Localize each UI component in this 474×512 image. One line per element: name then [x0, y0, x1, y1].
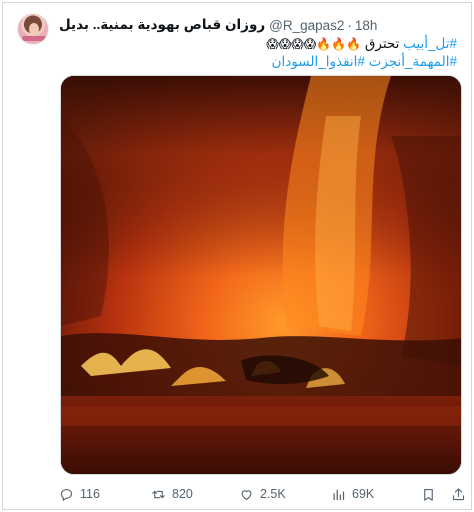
hashtag-link[interactable]: #تل_أبيب [403, 36, 457, 51]
retweet-button[interactable]: 820 [151, 487, 193, 502]
view-count: 69K [352, 487, 375, 501]
retweet-icon [152, 490, 165, 498]
reply-icon [60, 488, 73, 501]
hashtag-links[interactable]: #المهمة_أنجزت #انقذوا_السودان [57, 53, 457, 70]
user-handle[interactable]: @R_gapas2 [269, 18, 344, 33]
avatar-face [29, 23, 39, 35]
tweet-card[interactable]: روزان قباص بهودية بمنية.. بديل @R_gapas2… [2, 2, 472, 510]
share-icon [452, 487, 465, 500]
tweet-line-1: #تل_أبيب تحترق 🔥🔥🔥😱😱😱😱 [57, 35, 457, 53]
like-count: 2.5K [260, 487, 286, 501]
fire-scene-image [61, 76, 461, 474]
heart-icon [241, 489, 252, 500]
reply-count: 116 [80, 487, 100, 501]
bookmark-icon [424, 488, 433, 501]
avatar-badge [22, 36, 46, 41]
views-button[interactable]: 69K [331, 487, 374, 502]
bookmark-button[interactable] [421, 487, 442, 502]
display-name[interactable]: روزان قباص بهودية بمنية.. بديل [59, 17, 265, 33]
like-button[interactable]: 2.5K [239, 487, 286, 502]
bar-chart-icon [333, 489, 345, 500]
separator: · [347, 17, 352, 33]
share-button[interactable] [451, 487, 472, 502]
emoji-sequence: 🔥🔥🔥😱😱😱😱 [266, 37, 362, 51]
timestamp[interactable]: 18h [355, 18, 378, 33]
retweet-count: 820 [172, 487, 193, 501]
reply-button[interactable]: 116 [59, 487, 100, 502]
tweet-text-word: تحترق [364, 36, 400, 51]
action-bar: 116 820 2.5K 69K [59, 485, 465, 503]
tweet-header: روزان قباص بهودية بمنية.. بديل @R_gapas2… [59, 15, 461, 35]
video-media[interactable] [60, 75, 462, 475]
avatar[interactable] [17, 13, 49, 45]
tweet-text: #تل_أبيب تحترق 🔥🔥🔥😱😱😱😱 #المهمة_أنجزت #ان… [57, 35, 457, 70]
